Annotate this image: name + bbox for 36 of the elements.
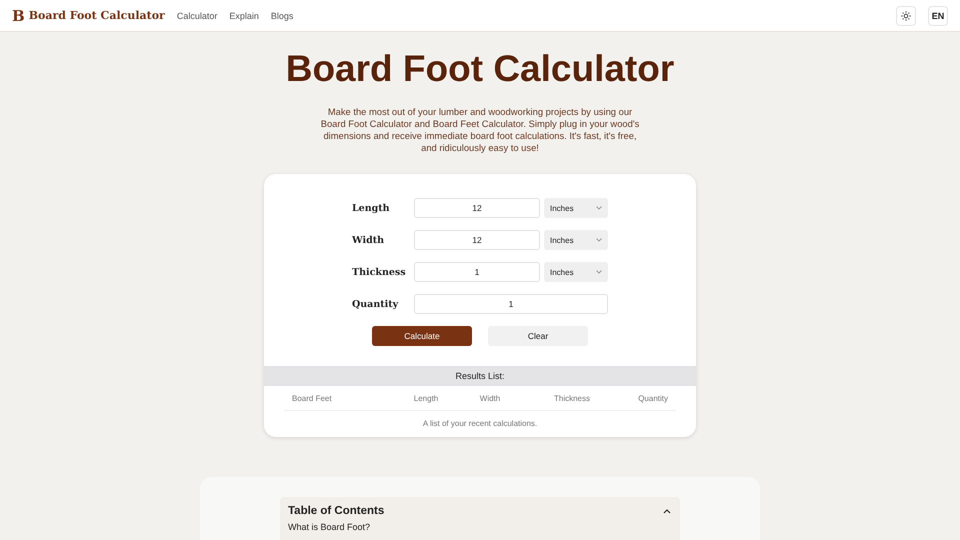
chevron-down-icon bbox=[596, 206, 602, 210]
toc-title: Table of Contents bbox=[288, 505, 384, 517]
calculate-button[interactable]: Calculate bbox=[372, 326, 472, 346]
field-label: Quantity bbox=[352, 298, 400, 310]
page-description: Make the most out of your lumber and woodworking projects by using our Board Foot Calculator and Board Feet Calculator. Simply plug in your wood's dimensions and receive immediate board foot calculations. It's fast, it's free, and ridiculously easy to use! bbox=[320, 106, 640, 154]
clear-button[interactable]: Clear bbox=[488, 326, 588, 346]
chevron-down-icon bbox=[596, 270, 602, 274]
column-header: Quantity bbox=[637, 394, 669, 402]
column-header: Thickness bbox=[552, 394, 591, 402]
unit-dropdown[interactable]: Inches bbox=[544, 198, 608, 218]
collapse-button[interactable] bbox=[662, 507, 672, 515]
number-field[interactable]: 12 bbox=[414, 230, 540, 250]
chevron-down-icon bbox=[596, 238, 602, 242]
toc-link[interactable]: What is Board Foot? bbox=[288, 522, 672, 532]
sun-icon bbox=[901, 10, 911, 20]
field-label: Length bbox=[352, 202, 391, 214]
column-header: Width bbox=[478, 394, 502, 402]
results-title: Results List: bbox=[264, 366, 696, 386]
nav-link[interactable]: Explain bbox=[229, 10, 259, 20]
field-label: Thickness bbox=[352, 266, 407, 278]
number-field[interactable]: 1 bbox=[414, 262, 540, 282]
field-label: Width bbox=[352, 234, 386, 246]
theme-toggle-button[interactable] bbox=[896, 6, 916, 26]
brand-name[interactable]: Board Foot Calculator bbox=[28, 9, 165, 22]
table-caption: A list of your recent calculations. bbox=[422, 418, 538, 430]
column-header: Board Feet bbox=[291, 394, 333, 402]
number-field[interactable]: 1 bbox=[414, 294, 608, 314]
nav-link[interactable]: Calculator bbox=[176, 10, 218, 20]
logo[interactable]: B bbox=[12, 6, 25, 24]
number-field[interactable]: 12 bbox=[414, 198, 540, 218]
unit-dropdown[interactable]: Inches bbox=[544, 262, 608, 282]
language-button[interactable]: EN bbox=[928, 6, 948, 26]
nav-link[interactable]: Blogs bbox=[270, 10, 294, 20]
page-title: Board Foot Calculator bbox=[286, 48, 674, 90]
column-header: Length bbox=[412, 394, 440, 402]
unit-dropdown[interactable]: Inches bbox=[544, 230, 608, 250]
